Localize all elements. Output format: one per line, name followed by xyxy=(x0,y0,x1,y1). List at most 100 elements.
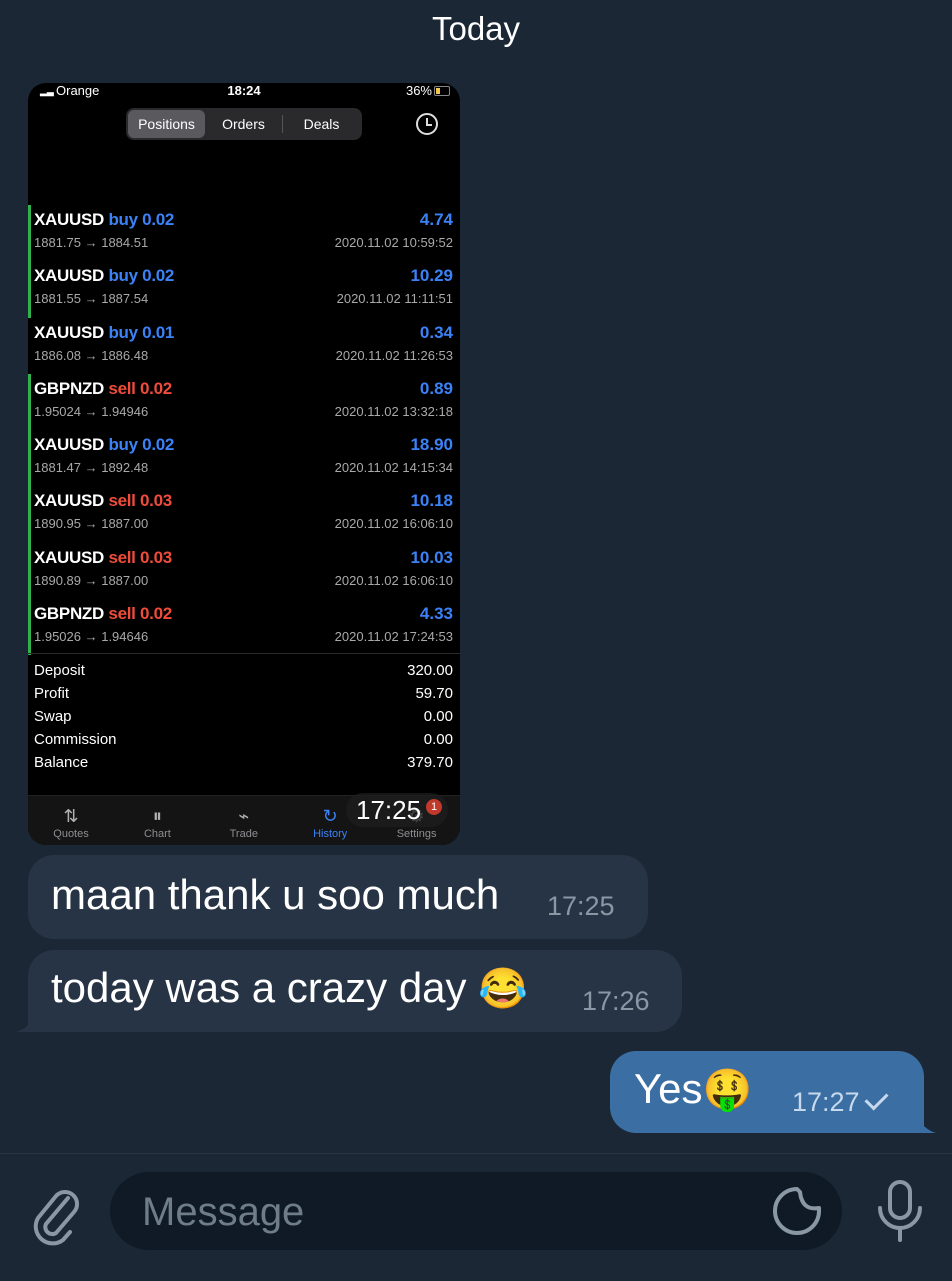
summary-value: 0.00 xyxy=(423,731,453,748)
clock-icon[interactable] xyxy=(416,113,438,135)
message-bubble-outgoing[interactable]: Yes🤑 17:27 xyxy=(610,1051,924,1133)
laughing-emoji-icon: 😂 xyxy=(478,967,529,1011)
bubble-tail xyxy=(16,1012,36,1032)
trade-row[interactable]: XAUUSD buy 0.01 1886.08 → 1886.48 0.34 2020… xyxy=(28,318,460,374)
bubble-tail xyxy=(916,1113,936,1133)
summary-value: 0.00 xyxy=(423,708,453,725)
trade-symbol-text: XAUUSD xyxy=(34,491,104,511)
trade-date: 2020.11.02 14:15:34 xyxy=(334,460,453,476)
trade-row[interactable]: XAUUSD sell 0.03 1890.95 → 1887.00 10.18 20… xyxy=(28,486,460,543)
trade-symbol: XAUUSD buy 0.01 xyxy=(34,323,174,343)
status-bar: ▂▃ Orange 18:24 36% xyxy=(28,83,460,101)
summary-value: 379.70 xyxy=(407,754,453,771)
tab-label: Chart xyxy=(143,828,171,840)
summary-row: Swap 0.00 xyxy=(28,708,460,731)
trade-row[interactable]: XAUUSD sell 0.03 1890.89 → 1887.00 10.03 20… xyxy=(28,542,460,600)
summary-row: Deposit 320.00 xyxy=(28,662,460,685)
trade-side: buy 0.02 xyxy=(108,210,175,229)
trade-profit: 4.33 xyxy=(419,604,453,624)
trade-date: 2020.11.02 16:06:10 xyxy=(334,572,453,588)
summary-row: Commission 0.00 xyxy=(28,731,460,754)
message-bubble[interactable]: maan thank u soo much 17:25 xyxy=(28,855,648,939)
trade-prices: 1.95024 → 1.94946 xyxy=(34,403,149,419)
tab-quotes[interactable]: ⇅ Quotes xyxy=(28,804,114,840)
trade-symbol-text: XAUUSD xyxy=(34,435,104,455)
trade-date: 2020.11.02 16:06:10 xyxy=(334,516,453,532)
summary-label: Swap xyxy=(34,708,72,725)
message-text: Yes🤑 xyxy=(634,1065,752,1113)
segment-orders[interactable]: Orders xyxy=(205,110,282,138)
trade-symbol-text: XAUUSD xyxy=(34,266,104,286)
date-header: Today xyxy=(431,10,521,47)
summary-label: Deposit xyxy=(34,662,85,679)
message-input-field[interactable] xyxy=(110,1172,842,1252)
trade-prices: 1890.89 → 1887.00 xyxy=(34,572,149,588)
trade-date: 2020.11.02 11:26:53 xyxy=(335,347,453,363)
trade-side: buy 0.02 xyxy=(108,266,175,286)
trade-indicator-bar xyxy=(28,599,31,656)
summary-value: 59.70 xyxy=(415,685,453,702)
trade-chart-icon: ⌁ xyxy=(238,806,250,826)
trade-indicator-bar xyxy=(28,261,31,318)
trade-row[interactable]: GBPNZD sell 0.02 1.95024 → 1.94946 0.89 202… xyxy=(28,373,460,431)
summary-label: Balance xyxy=(34,754,89,771)
battery-icon xyxy=(434,86,450,96)
trade-symbol-text: XAUUSD xyxy=(34,322,104,342)
trade-prices: 1881.75 → 1884.51 xyxy=(34,235,149,250)
attach-icon[interactable] xyxy=(30,1184,80,1246)
message-time: 17:25 xyxy=(547,891,615,921)
trade-symbol: XAUUSD buy 0.02 xyxy=(34,435,174,455)
composer-bar xyxy=(0,1153,952,1281)
trade-date: 2020.11.02 11:11:51 xyxy=(336,291,453,307)
trade-row[interactable]: GBPNZD sell 0.02 1.95026 → 1.94646 4.33 202… xyxy=(28,599,460,656)
trade-prices: 1890.95 → 1887.00 xyxy=(34,516,149,532)
trade-prices: 1881.55 → 1887.54 xyxy=(34,291,149,307)
money-mouth-emoji-icon: 🤑 xyxy=(702,1068,753,1112)
screenshot-image[interactable]: ▂▃ Orange 18:24 36% Positions Orders Dea… xyxy=(28,83,460,845)
account-summary: Deposit 320.00 Profit 59.70 Swap 0.00 Commissi… xyxy=(28,653,460,777)
trade-profit: 10.03 xyxy=(410,547,453,567)
trade-prices: 1886.08 → 1886.48 xyxy=(34,347,149,363)
summary-value: 320.00 xyxy=(407,662,453,679)
trade-profit: 0.89 xyxy=(419,378,453,398)
trade-prices: 1881.47 → 1892.48 xyxy=(34,460,149,476)
trade-profit: 10.29 xyxy=(410,266,453,286)
trade-indicator-bar xyxy=(28,486,31,543)
tab-label: Trade xyxy=(229,828,258,840)
message-text: maan thank u soo much xyxy=(51,871,500,918)
trade-symbol: XAUUSD buy 0.02 xyxy=(34,210,174,230)
segment-deals[interactable]: Deals xyxy=(283,110,360,138)
tab-chart[interactable]: ⏸ Chart xyxy=(114,804,200,840)
summary-label: Commission xyxy=(34,731,117,748)
segment-positions[interactable]: Positions xyxy=(128,110,205,138)
trade-date: 2020.11.02 17:24:53 xyxy=(334,629,453,645)
trade-symbol: GBPNZD sell 0.02 xyxy=(34,379,172,399)
trade-profit: 4.74 xyxy=(419,210,453,229)
message-text-body: Yes xyxy=(634,1065,703,1112)
trade-row[interactable]: XAUUSD buy 0.02 1881.75 → 1884.51 4.74 2020… xyxy=(28,205,460,262)
message-text: today was a crazy day 😂 xyxy=(51,964,528,1012)
battery-label: 36% xyxy=(405,83,432,98)
trade-date: 2020.11.02 13:32:18 xyxy=(334,403,453,419)
message-time: 17:26 xyxy=(582,986,650,1016)
trade-profit: 10.18 xyxy=(410,491,453,511)
trade-side: sell 0.03 xyxy=(108,547,172,567)
trade-prices: 1.95026 → 1.94646 xyxy=(34,629,149,645)
trade-side: buy 0.02 xyxy=(108,435,175,455)
trade-symbol: XAUUSD sell 0.03 xyxy=(34,548,172,568)
sent-check-icon xyxy=(864,1086,889,1111)
microphone-icon[interactable] xyxy=(870,1178,930,1246)
tab-label: Settings xyxy=(396,828,437,840)
tab-trade[interactable]: ⌁ Trade xyxy=(201,804,287,840)
trade-symbol-text: GBPNZD xyxy=(34,378,104,398)
trade-side: sell 0.03 xyxy=(108,491,172,511)
trade-profit: 18.90 xyxy=(410,435,453,455)
segmented-control: Positions Orders Deals xyxy=(126,108,362,140)
trade-row[interactable]: XAUUSD buy 0.02 1881.55 → 1887.54 10.29 202… xyxy=(28,261,460,318)
trade-profit: 0.34 xyxy=(419,322,453,342)
message-input[interactable] xyxy=(140,1172,744,1252)
summary-row: Balance 379.70 xyxy=(28,754,460,777)
trade-row[interactable]: XAUUSD buy 0.02 1881.47 → 1892.48 18.90 202… xyxy=(28,430,460,487)
message-bubble[interactable]: today was a crazy day 😂 17:26 xyxy=(28,950,682,1032)
sticker-icon[interactable] xyxy=(772,1186,822,1236)
